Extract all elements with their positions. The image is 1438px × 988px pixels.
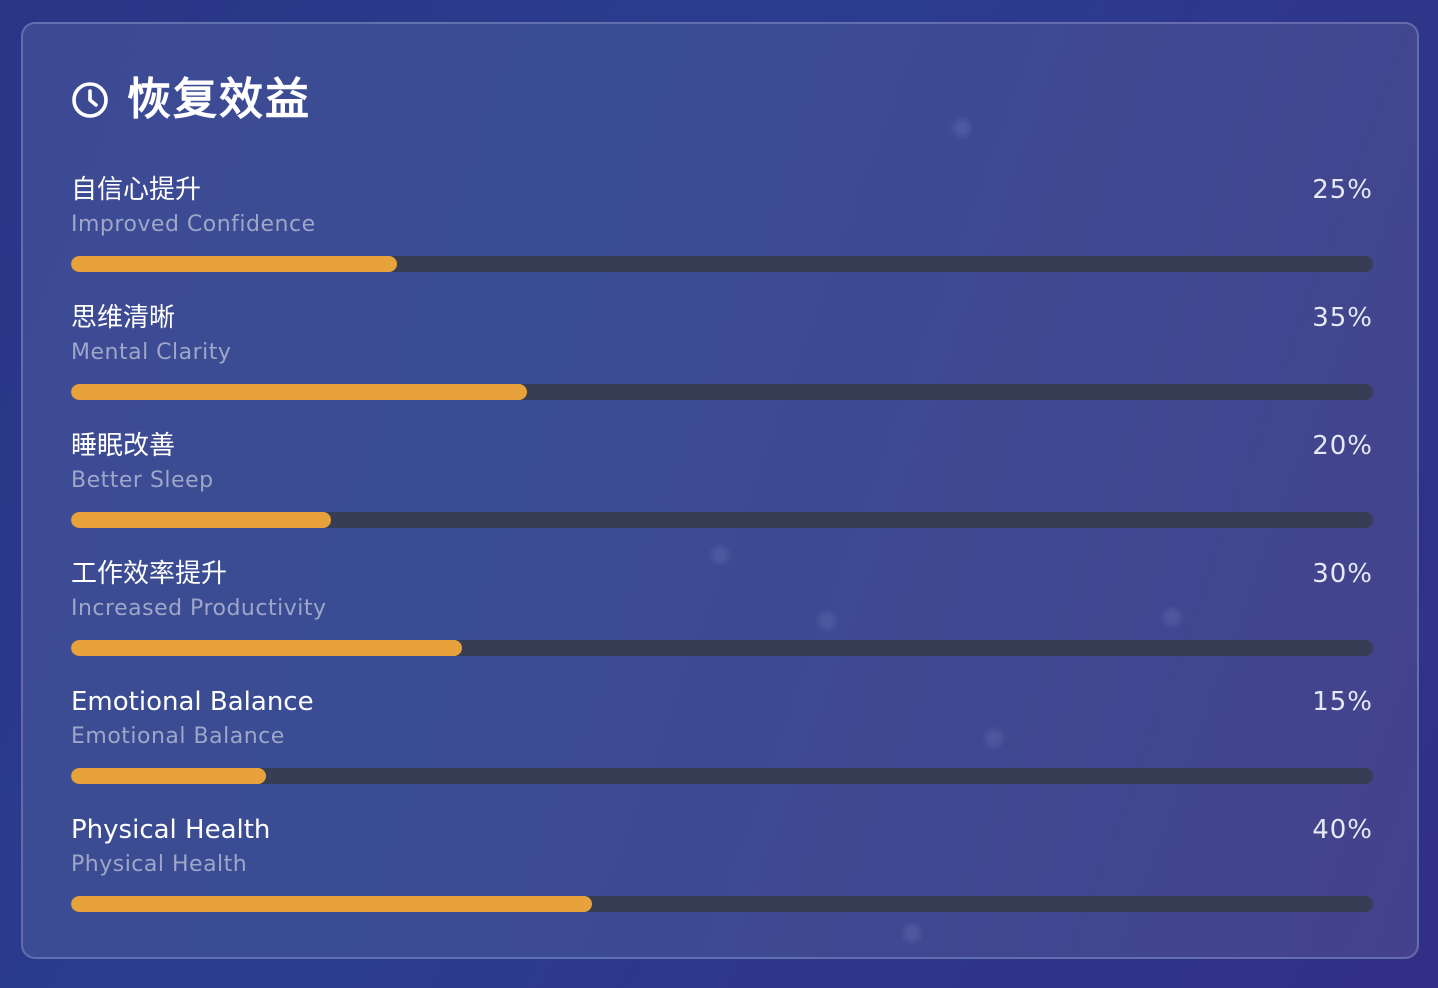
progress-track bbox=[71, 256, 1373, 272]
benefit-sublabel: Better Sleep bbox=[71, 468, 214, 493]
benefit-sublabel: Increased Productivity bbox=[71, 596, 327, 621]
clock-icon bbox=[72, 82, 108, 118]
progress-track bbox=[71, 640, 1373, 656]
sparkle-decoration bbox=[953, 119, 971, 137]
benefit-sublabel: Mental Clarity bbox=[71, 340, 232, 365]
progress-fill bbox=[71, 256, 397, 272]
progress-track bbox=[71, 896, 1373, 912]
benefit-item: 自信心提升 Improved Confidence 25% bbox=[71, 172, 1373, 300]
benefit-item: 睡眠改善 Better Sleep 20% bbox=[71, 428, 1373, 556]
benefit-percent: 40% bbox=[1312, 815, 1373, 845]
benefit-item: 思维清晰 Mental Clarity 35% bbox=[71, 300, 1373, 428]
benefit-label: Physical Health bbox=[71, 815, 271, 845]
benefit-sublabel: Improved Confidence bbox=[71, 212, 316, 237]
benefit-label: Emotional Balance bbox=[71, 687, 314, 717]
recovery-benefits-card: 恢复效益 自信心提升 Improved Confidence 25% 思维清晰 … bbox=[21, 22, 1419, 959]
benefit-label: 睡眠改善 bbox=[71, 431, 176, 461]
progress-track bbox=[71, 512, 1373, 528]
card-title: 恢复效益 bbox=[127, 74, 311, 125]
progress-track bbox=[71, 768, 1373, 784]
benefit-label: 工作效率提升 bbox=[71, 559, 228, 589]
benefit-label: 自信心提升 bbox=[71, 175, 202, 205]
benefit-item: Physical Health Physical Health 40% bbox=[71, 812, 1373, 940]
benefit-percent: 20% bbox=[1312, 431, 1373, 461]
progress-fill bbox=[71, 512, 332, 528]
benefit-item: 工作效率提升 Increased Productivity 30% bbox=[71, 556, 1373, 684]
card-header: 恢复效益 bbox=[71, 74, 311, 126]
benefit-percent: 15% bbox=[1312, 687, 1373, 717]
benefit-sublabel: Physical Health bbox=[71, 852, 248, 877]
benefit-sublabel: Emotional Balance bbox=[71, 724, 285, 749]
benefit-percent: 30% bbox=[1312, 559, 1373, 589]
progress-fill bbox=[71, 768, 267, 784]
progress-fill bbox=[71, 640, 462, 656]
progress-fill bbox=[71, 384, 527, 400]
progress-track bbox=[71, 384, 1373, 400]
benefits-list: 自信心提升 Improved Confidence 25% 思维清晰 Menta… bbox=[71, 172, 1373, 940]
benefit-label: 思维清晰 bbox=[71, 303, 176, 333]
benefit-percent: 35% bbox=[1312, 303, 1373, 333]
benefit-item: Emotional Balance Emotional Balance 15% bbox=[71, 684, 1373, 812]
benefit-percent: 25% bbox=[1312, 175, 1373, 205]
progress-fill bbox=[71, 896, 592, 912]
